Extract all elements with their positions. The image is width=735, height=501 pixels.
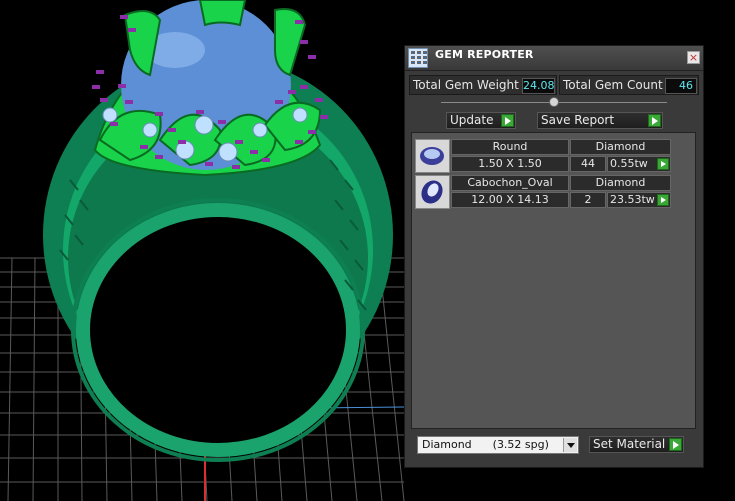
- update-button[interactable]: Update: [446, 112, 516, 129]
- gem-material: Diamond: [570, 175, 671, 191]
- chevron-down-icon[interactable]: [563, 438, 577, 452]
- total-weight-label: Total Gem Weight: [413, 78, 519, 92]
- material-selected: Diamond (3.52 spg): [422, 438, 549, 451]
- panel-title: GEM REPORTER: [435, 48, 534, 61]
- round-gem-icon: [420, 147, 444, 165]
- gem-shape: Cabochon_Oval: [451, 175, 569, 191]
- gem-weight[interactable]: 0.55tw: [607, 156, 671, 172]
- gem-row[interactable]: Cabochon_Oval Diamond 12.00 X 14.13 2 23…: [415, 175, 671, 209]
- material-bar: Diamond (3.52 spg) Set Material: [405, 433, 703, 467]
- play-icon: [669, 438, 682, 451]
- gem-size: 1.50 X 1.50: [451, 156, 569, 172]
- total-count-value: 46: [665, 78, 697, 94]
- gem-weight-value: 23.53tw: [610, 193, 655, 206]
- gem-material: Diamond: [570, 139, 671, 155]
- gem-size: 12.00 X 14.13: [451, 192, 569, 208]
- set-material-button[interactable]: Set Material: [589, 436, 684, 453]
- gem-list: Round Diamond 1.50 X 1.50 44 0.55tw Cabo…: [411, 132, 696, 429]
- slider-thumb[interactable]: [549, 97, 559, 107]
- gem-weight[interactable]: 23.53tw: [607, 192, 671, 208]
- close-icon[interactable]: ×: [687, 51, 700, 64]
- save-report-label: Save Report: [541, 113, 615, 127]
- round-gem-thumbnail: [415, 139, 450, 173]
- gem-count: 2: [570, 192, 606, 208]
- gem-count: 44: [570, 156, 606, 172]
- oval-gem-icon: [421, 180, 443, 204]
- gem-shape: Round: [451, 139, 569, 155]
- gem-reporter-panel: GEM REPORTER × Total Gem Weight 24.08 To…: [404, 45, 704, 468]
- gem-row[interactable]: Round Diamond 1.50 X 1.50 44 0.55tw: [415, 139, 671, 173]
- total-weight-group: Total Gem Weight 24.08: [409, 75, 557, 95]
- play-icon: [657, 158, 669, 170]
- play-icon: [657, 194, 669, 206]
- gem-weight-value: 0.55tw: [610, 157, 648, 170]
- gem-reporter-icon: [408, 48, 428, 68]
- panel-titlebar[interactable]: GEM REPORTER ×: [405, 46, 703, 71]
- save-report-button[interactable]: Save Report: [537, 112, 663, 129]
- total-weight-value: 24.08: [522, 78, 555, 94]
- total-count-group: Total Gem Count 46: [559, 75, 699, 95]
- set-material-label: Set Material: [593, 437, 666, 451]
- oval-gem-thumbnail: [415, 175, 450, 209]
- play-icon: [501, 114, 514, 127]
- material-dropdown[interactable]: Diamond (3.52 spg): [417, 436, 579, 454]
- play-icon: [648, 114, 661, 127]
- update-label: Update: [450, 113, 494, 127]
- total-count-label: Total Gem Count: [563, 78, 663, 92]
